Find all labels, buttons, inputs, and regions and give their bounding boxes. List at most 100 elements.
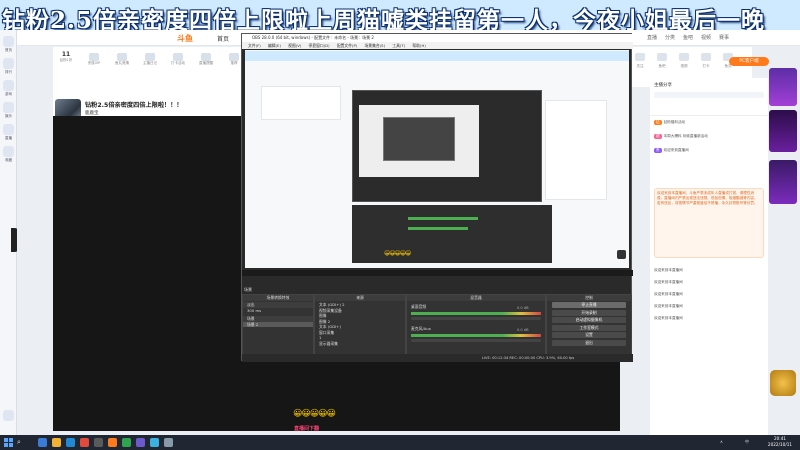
nav-link[interactable]: 分类 <box>665 34 675 41</box>
mixer-dock: 混音器 桌面音频 0.0 dB 麦克风/Aux 0.0 dB <box>406 294 546 362</box>
overlay-caption: 直播间下翻 <box>294 426 320 432</box>
sidebar-item-label: 首页 <box>5 48 12 52</box>
tray-chevron-icon[interactable]: ∧ <box>720 439 723 444</box>
menu-item[interactable]: 编辑(E) <box>268 43 281 48</box>
preview-meter <box>408 227 468 230</box>
chrome-icon[interactable] <box>80 438 89 447</box>
nav-link[interactable]: 鱼吧 <box>683 34 693 41</box>
nav-link[interactable]: 赛事 <box>719 34 729 41</box>
system-clock[interactable]: 20:41 2022/10/11 <box>762 436 798 448</box>
preview-nested-window <box>383 117 455 161</box>
controls-dock: 控制 停止直播 开始录制 启动虚拟摄像机 工作室模式 设置 退出 <box>546 294 632 362</box>
menu-item[interactable]: 场景集合(S) <box>365 43 386 48</box>
menu-item[interactable]: 视图(V) <box>288 43 301 48</box>
menu-item[interactable]: 帮助(H) <box>412 43 425 48</box>
edge-browser-icon[interactable] <box>66 438 75 447</box>
douyu-app-icon[interactable] <box>108 438 117 447</box>
sources-header: 来源 <box>315 295 405 301</box>
nav-home[interactable]: 首页 <box>217 34 229 43</box>
sidebar-item-label: 娱乐 <box>5 114 12 118</box>
app-icon[interactable] <box>164 438 173 447</box>
scenes-dock-title: 场景 <box>244 287 252 292</box>
chat-header-title: 主播分享 <box>654 83 672 88</box>
obs-window: OBS 28.0.0 (64 bit, windows) - 配置文件：未命名 … <box>241 33 633 362</box>
menu-item[interactable]: 文件(F) <box>248 43 261 48</box>
search-icon: ⌕ <box>17 438 21 446</box>
sidebar-item-label: 收藏 <box>5 158 12 162</box>
chat-message: 欢迎来到本直播间 <box>654 292 683 296</box>
chat-panel: 主播分享 钻钻粉福利活动 超本周大爆料 玩转直播新活动 贵欢迎来到直播间 欢迎来… <box>650 78 768 435</box>
task-view-icon[interactable] <box>38 438 47 447</box>
mic-audio-slider[interactable] <box>411 339 541 342</box>
chat-message: 欢迎来到本直播间 <box>654 268 683 272</box>
sidebar-item-label: 游戏 <box>5 92 12 96</box>
danmaku-text: 钻粉2.5倍亲密度四倍上限啦上周猫嘘类挂留第一人，今夜小姐最后一晚 <box>2 7 766 30</box>
pc-client-button[interactable]: PC客户端 <box>729 57 769 66</box>
taskbar-search[interactable]: ⌕ <box>17 438 35 447</box>
promo-banner[interactable] <box>769 68 797 106</box>
system-notice: 欢迎来到本直播间，斗鱼严禁未成年人直播或打赏，请理性消费。直播间内严禁出现违法违… <box>654 188 764 258</box>
transitions-header: 场景转换特效 <box>243 295 313 301</box>
room-title: 钻粉2.5倍亲密度四倍上限啦！！！ <box>85 102 183 109</box>
app-icon[interactable] <box>136 438 145 447</box>
sidebar-home-icon[interactable] <box>3 36 14 47</box>
promo-gift-icon[interactable] <box>770 370 796 396</box>
ime-indicator[interactable]: 中 <box>745 439 749 445</box>
chat-message: 欢迎来到本直播间 <box>654 280 683 284</box>
sidebar-live-icon[interactable] <box>3 124 14 135</box>
promo-banner[interactable] <box>769 110 797 152</box>
sidebar-game-icon[interactable] <box>3 80 14 91</box>
nav-link[interactable]: 直播 <box>647 34 657 41</box>
preview-room-header <box>261 86 341 120</box>
sidebar-fun-icon[interactable] <box>3 102 14 113</box>
nav-link[interactable]: 视频 <box>701 34 711 41</box>
app-icon[interactable] <box>150 438 159 447</box>
settings-button[interactable]: 设置 <box>552 332 626 338</box>
diamond-fan-icon[interactable]: 11 钻粉1折 <box>53 51 79 75</box>
checkin-icon[interactable]: 打卡活动 <box>165 51 191 75</box>
desktop-audio-meter <box>411 312 541 315</box>
file-explorer-icon[interactable] <box>52 438 61 447</box>
sidebar-item-label: 直播 <box>5 136 12 140</box>
chat-message: 超本周大爆料 玩转直播新活动 <box>654 134 708 139</box>
obs-menu-bar: 文件(F) 编辑(E) 视图(V) 停靠窗口(D) 配置文件(P) 场景集合(S… <box>242 42 633 49</box>
scene-item[interactable]: 场景 2 <box>243 321 313 327</box>
settings-icon[interactable] <box>3 410 14 421</box>
diary-icon[interactable]: 主播日记 <box>137 51 163 75</box>
exit-button[interactable]: 退出 <box>552 339 626 346</box>
vip-icon[interactable]: 贵族VIP <box>81 51 107 75</box>
mixer-db: 0.0 dB <box>517 306 529 310</box>
menu-item[interactable]: 停靠窗口(D) <box>309 43 330 48</box>
obs-preview-canvas[interactable] <box>245 50 629 268</box>
sidebar-rank-icon[interactable] <box>3 58 14 69</box>
chat-notice-bar <box>654 92 764 98</box>
obs-preview-toolbar <box>242 270 633 276</box>
danmaku-banner: 钻粉2.5倍亲密度四倍上限啦上周猫嘘类挂留第一人，今夜小姐最后一晚 <box>0 0 800 30</box>
start-recording-button[interactable]: 开始录制 <box>552 309 626 316</box>
preview-nested-obs <box>352 90 542 202</box>
transition-duration[interactable]: 300 ms <box>243 308 313 314</box>
guess-icon[interactable]: 鱼丸竞猜 <box>109 51 135 75</box>
stop-streaming-button[interactable]: 停止直播 <box>552 302 626 308</box>
obs-app-icon[interactable] <box>94 438 103 447</box>
windows-start-icon[interactable] <box>4 438 13 447</box>
emoji-overlay: 😀😀😀😀😀 <box>293 409 336 419</box>
studio-mode-button[interactable]: 工作室模式 <box>552 324 626 331</box>
bell-icon[interactable]: 直播提醒 <box>193 51 219 75</box>
desktop-audio-slider[interactable] <box>411 317 541 320</box>
chat-header: 主播分享 <box>650 78 768 116</box>
preview-meter <box>408 217 478 220</box>
room-feature-icons: 11 钻粉1折 贵族VIP 鱼丸竞猜 主播日记 打卡活动 直播提醒 推荐 <box>53 51 253 77</box>
mic-audio-meter <box>411 334 541 337</box>
menu-item[interactable]: 工具(T) <box>392 43 405 48</box>
source-item[interactable]: 显示器采集 <box>315 341 405 347</box>
preview-nested-docks <box>352 205 552 263</box>
sidebar-fav-icon[interactable] <box>3 146 14 157</box>
promo-banner[interactable] <box>769 160 797 204</box>
site-logo[interactable]: 斗鱼 <box>177 33 193 44</box>
wechat-icon[interactable] <box>122 438 131 447</box>
menu-item[interactable]: 配置文件(P) <box>337 43 357 48</box>
virtual-camera-button[interactable]: 启动虚拟摄像机 <box>552 317 626 323</box>
obs-status-bar: LIVE: 00:12:34 REC: 00:00:00 CPU: 3.9%, … <box>242 354 633 362</box>
sidebar-item-label: 排行 <box>5 70 12 74</box>
